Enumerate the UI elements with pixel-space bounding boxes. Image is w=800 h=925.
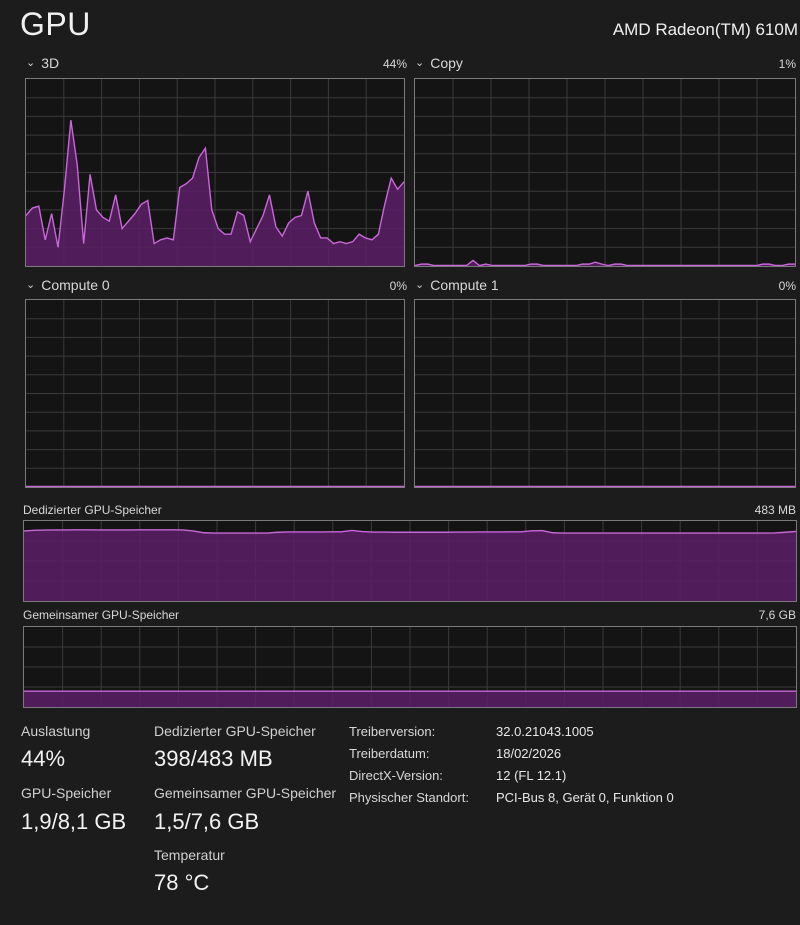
- graph-dedicated-memory: [23, 520, 797, 602]
- physical-location-value: PCI-Bus 8, Gerät 0, Funktion 0: [496, 790, 674, 805]
- graph-3d: [25, 78, 405, 267]
- graph-canvas: [24, 521, 796, 601]
- driver-date-value: 18/02/2026: [496, 746, 562, 761]
- shared-memory-stat-value: 1,5/7,6 GB: [154, 809, 260, 834]
- chevron-down-icon: ⌄: [415, 279, 425, 291]
- shared-memory-max: 7,6 GB: [758, 608, 796, 622]
- temperature-label: Temperatur: [154, 847, 225, 863]
- page-title: GPU: [20, 6, 91, 42]
- gpu-memory-value: 1,9/8,1 GB: [21, 809, 127, 834]
- dedicated-memory-max: 483 MB: [754, 503, 796, 517]
- graph-shared-memory: [23, 626, 797, 708]
- dedicated-memory-stat-label: Dedizierter GPU-Speicher: [154, 723, 316, 739]
- engine-label: 3D: [41, 55, 60, 71]
- graph-compute-1: [414, 299, 796, 488]
- engine-percent-compute-0: 0%: [389, 279, 407, 293]
- shared-memory-label: Gemeinsamer GPU-Speicher: [23, 608, 180, 622]
- temperature-value: 78 °C: [154, 870, 210, 895]
- engine-percent-compute-1: 0%: [778, 279, 796, 293]
- graph-canvas: [24, 627, 796, 707]
- utilization-label: Auslastung: [21, 723, 91, 739]
- series-area: [24, 691, 796, 707]
- engine-label: Compute 1: [430, 277, 499, 293]
- directx-version-value: 12 (FL 12.1): [496, 768, 567, 783]
- graph-compute-0: [25, 299, 405, 488]
- shared-memory-stat-label: Gemeinsamer GPU-Speicher: [154, 785, 337, 801]
- engine-selector-compute-0[interactable]: ⌄ Compute 0: [26, 277, 110, 293]
- engine-selector-3d[interactable]: ⌄ 3D: [26, 55, 59, 71]
- engine-label: Compute 0: [41, 277, 110, 293]
- dedicated-memory-stat-value: 398/483 MB: [154, 746, 273, 771]
- gpu-device-name: AMD Radeon(TM) 610M: [612, 20, 798, 39]
- engine-percent-copy: 1%: [778, 57, 796, 71]
- chevron-down-icon: ⌄: [26, 57, 36, 69]
- engine-label: Copy: [430, 55, 463, 71]
- engine-selector-compute-1[interactable]: ⌄ Compute 1: [415, 277, 499, 293]
- graph-canvas: [26, 300, 404, 487]
- utilization-value: 44%: [21, 746, 66, 771]
- engine-percent-3d: 44%: [382, 57, 407, 71]
- driver-date-key: Treiberdatum:: [349, 746, 430, 761]
- driver-version-value: 32.0.21043.1005: [496, 724, 594, 739]
- physical-location-key: Physischer Standort:: [349, 790, 469, 805]
- graph-copy: [414, 78, 796, 267]
- engine-selector-copy[interactable]: ⌄ Copy: [415, 55, 463, 71]
- dedicated-memory-label: Dedizierter GPU-Speicher: [23, 503, 162, 517]
- chevron-down-icon: ⌄: [415, 57, 425, 69]
- graph-canvas: [415, 300, 795, 487]
- directx-version-key: DirectX-Version:: [349, 768, 443, 783]
- driver-version-key: Treiberversion:: [349, 724, 436, 739]
- chevron-down-icon: ⌄: [26, 279, 36, 291]
- gpu-memory-label: GPU-Speicher: [21, 785, 112, 801]
- series-area: [24, 529, 796, 601]
- graph-canvas: [26, 79, 404, 266]
- graph-canvas: [415, 79, 795, 266]
